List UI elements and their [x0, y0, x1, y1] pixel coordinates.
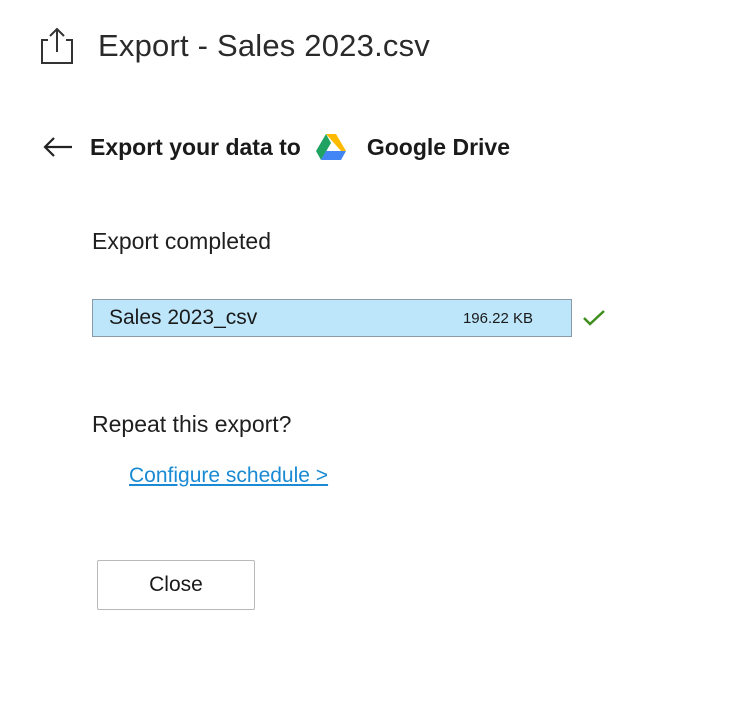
dialog-header: Export - Sales 2023.csv: [38, 24, 430, 68]
configure-schedule-link[interactable]: Configure schedule >: [129, 464, 328, 488]
google-drive-icon: [315, 133, 347, 161]
destination-row: Export your data to Google Drive: [42, 128, 510, 166]
back-arrow-icon[interactable]: [42, 135, 74, 159]
checkmark-icon: [582, 308, 606, 328]
repeat-export-question: Repeat this export?: [92, 411, 292, 437]
export-status: Export completed: [92, 228, 271, 254]
destination-label: Export your data to: [90, 133, 301, 160]
destination-service-name: Google Drive: [366, 133, 511, 160]
close-button[interactable]: Close: [97, 560, 255, 610]
dialog-title: Export - Sales 2023.csv: [98, 28, 430, 63]
export-icon: [38, 26, 76, 66]
file-name: Sales 2023_csv: [109, 306, 258, 329]
exported-file: Sales 2023_csv 196.22 KB: [92, 299, 572, 337]
file-size: 196.22 KB: [462, 309, 533, 327]
exported-file-row: Sales 2023_csv 196.22 KB: [92, 299, 606, 337]
